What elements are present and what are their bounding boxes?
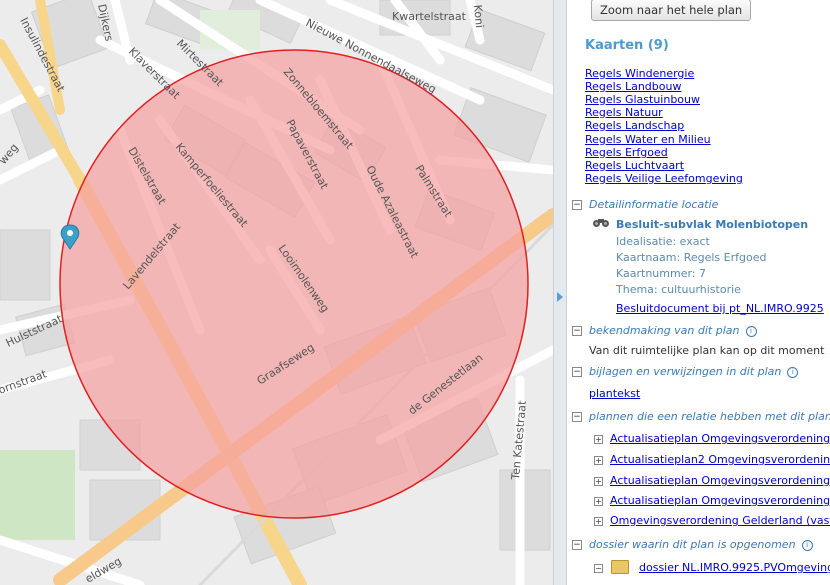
bekendmaking-label: bekendmaking van dit plan <box>589 324 740 337</box>
relatie-plan-link[interactable]: Actualisatieplan Omgevingsverordening <box>610 494 830 507</box>
kaart-link[interactable]: Regels Windenergie <box>585 67 694 80</box>
kaart-link[interactable]: Regels Luchtvaart <box>585 159 684 172</box>
relatie-plan-link[interactable]: Omgevingsverordening Gelderland (vast <box>610 514 830 527</box>
kaart-link[interactable]: Regels Water en Milieu <box>585 133 711 146</box>
collapse-toggle-icon[interactable]: − <box>572 367 582 377</box>
park-area <box>0 450 75 540</box>
map-view[interactable]: Insulindestraat Dijkers Klaverstraat Mir… <box>0 0 553 585</box>
dossier-label: dossier waarin dit plan is opgenomen <box>589 538 796 551</box>
street-label: Kwartelstraat <box>392 10 467 23</box>
detail-row: Thema: cultuurhistorie <box>616 283 741 296</box>
detail-row: Kaartnummer: 7 <box>616 267 707 280</box>
zoom-whole-plan-button[interactable]: Zoom naar het hele plan <box>591 0 752 21</box>
detail-section-title[interactable]: Detailinformatie locatie <box>589 198 718 211</box>
kaarten-title: Kaarten (9) <box>585 38 669 53</box>
dossier-link[interactable]: dossier NL.IMRO.9925.PVOmgevingsverorden… <box>639 561 830 574</box>
bekendmaking-text: Van dit ruimtelijke plan kan op dit mome… <box>589 344 825 357</box>
collapse-toggle-icon[interactable]: − <box>594 564 603 573</box>
besluit-title: Besluit-subvlak Molenbiotopen <box>616 218 809 231</box>
relatie-plan-link[interactable]: Actualisatieplan Omgevingsverordening <box>610 432 830 445</box>
bijlagen-label: bijlagen en verwijzingen in dit plan <box>589 365 782 378</box>
collapse-toggle-icon[interactable]: − <box>572 200 582 210</box>
info-panel: Zoom naar het hele plan Kaarten (9) Rege… <box>567 0 830 585</box>
relatie-plan-link[interactable]: Actualisatieplan2 Omgevingsverordening <box>610 453 830 466</box>
kaart-link[interactable]: Regels Erfgoed <box>585 146 668 159</box>
expand-toggle-icon[interactable]: + <box>594 435 603 444</box>
expand-toggle-icon[interactable]: + <box>594 477 603 486</box>
folder-icon <box>611 560 629 574</box>
relatie-section-title[interactable]: plannen die een relatie hebben met dit p… <box>589 410 830 423</box>
info-icon[interactable]: i <box>801 540 813 551</box>
kaart-link[interactable]: Regels Veilige Leefomgeving <box>585 172 743 185</box>
expand-arrow-icon[interactable] <box>557 292 563 302</box>
expand-toggle-icon[interactable]: + <box>594 497 603 506</box>
relatie-plan-link[interactable]: Actualisatieplan Omgevingsverordening <box>610 474 830 487</box>
panel-splitter[interactable] <box>553 0 567 585</box>
besluit-document-link[interactable]: Besluitdocument bij pt_NL.IMRO.9925 <box>616 302 824 315</box>
detail-row: Idealisatie: exact <box>616 235 710 248</box>
bekendmaking-section-title[interactable]: bekendmaking van dit plan i <box>589 324 757 337</box>
binoculars-icon <box>593 219 609 227</box>
kaart-link[interactable]: Regels Natuur <box>585 106 663 119</box>
collapse-toggle-icon[interactable]: − <box>572 326 582 336</box>
street-label: Koni <box>471 4 486 28</box>
plantekst-link[interactable]: plantekst <box>589 387 640 400</box>
map-canvas[interactable]: Insulindestraat Dijkers Klaverstraat Mir… <box>0 0 553 585</box>
expand-toggle-icon[interactable]: + <box>594 456 603 465</box>
kaart-link[interactable]: Regels Landbouw <box>585 80 681 93</box>
bijlagen-section-title[interactable]: bijlagen en verwijzingen in dit plan i <box>589 365 799 378</box>
detail-row: Kaartnaam: Regels Erfgoed <box>616 251 767 264</box>
kaart-link[interactable]: Regels Landschap <box>585 119 684 132</box>
info-icon[interactable]: i <box>745 326 757 337</box>
collapse-toggle-icon[interactable]: − <box>572 412 582 422</box>
info-icon[interactable]: i <box>787 367 799 378</box>
dossier-section-title[interactable]: dossier waarin dit plan is opgenomen i <box>589 538 813 551</box>
kaart-link[interactable]: Regels Glastuinbouw <box>585 93 700 106</box>
expand-toggle-icon[interactable]: + <box>594 517 603 526</box>
collapse-toggle-icon[interactable]: − <box>572 540 582 550</box>
